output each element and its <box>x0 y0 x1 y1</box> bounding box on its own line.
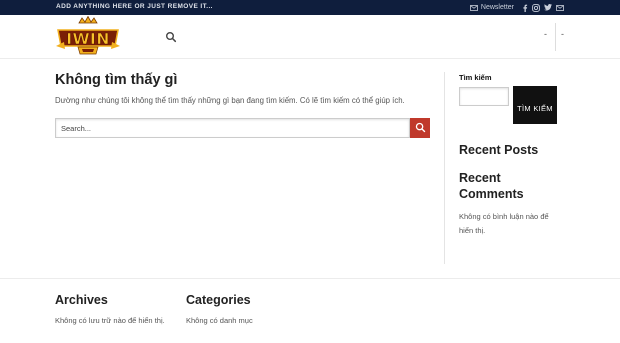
site-logo[interactable]: IWIN <box>55 15 121 58</box>
search-icon[interactable] <box>165 30 177 43</box>
header-menu-item-2[interactable]: - <box>561 29 564 39</box>
no-comments-text: Không có bình luận nào để hiển thị. <box>459 212 549 235</box>
top-bar: ADD ANYTHING HERE OR JUST REMOVE IT... N… <box>0 0 620 15</box>
categories-empty-text: Không có danh mục <box>186 316 253 325</box>
page-title: Không tìm thấy gì <box>55 72 178 88</box>
archives-empty-text: Không có lưu trữ nào để hiển thị. <box>55 316 165 325</box>
page-description: Dường như chúng tôi không thể tìm thấy n… <box>55 96 405 105</box>
newsletter-link[interactable]: Newsletter <box>470 4 514 11</box>
topbar-text: ADD ANYTHING HERE OR JUST REMOVE IT... <box>56 3 213 10</box>
search-icon <box>415 121 426 136</box>
topbar-right: Newsletter <box>470 2 564 13</box>
search-submit-button[interactable] <box>410 118 430 138</box>
recent-posts-heading: Recent Posts <box>459 143 539 157</box>
header-menu-item-1[interactable]: - <box>544 29 547 39</box>
sidebar-search-button[interactable]: TÌM KIẾM <box>513 86 557 124</box>
sidebar-search-label: Tìm kiếm <box>459 73 492 82</box>
twitter-icon[interactable] <box>544 4 552 11</box>
svg-text:IWIN: IWIN <box>66 30 110 48</box>
newsletter-label: Newsletter <box>480 4 514 11</box>
sidebar-search-input[interactable] <box>459 87 509 106</box>
mail-icon[interactable] <box>556 4 564 11</box>
mail-icon <box>470 4 478 11</box>
footer-widgets: Archives Không có lưu trữ nào để hiển th… <box>0 278 620 343</box>
archives-widget: Archives Không có lưu trữ nào để hiển th… <box>55 293 165 325</box>
instagram-icon[interactable] <box>532 3 540 12</box>
site-header: IWIN - - <box>0 15 620 59</box>
search-input[interactable] <box>55 118 410 138</box>
archives-heading: Archives <box>55 293 108 307</box>
recent-comments-heading: Recent Comments <box>459 171 524 201</box>
categories-heading: Categories <box>186 293 251 307</box>
facebook-icon[interactable] <box>522 4 528 12</box>
categories-widget: Categories Không có danh mục <box>186 293 253 325</box>
main-search-form <box>55 118 430 138</box>
header-divider <box>555 23 556 51</box>
sidebar-divider <box>444 72 445 264</box>
